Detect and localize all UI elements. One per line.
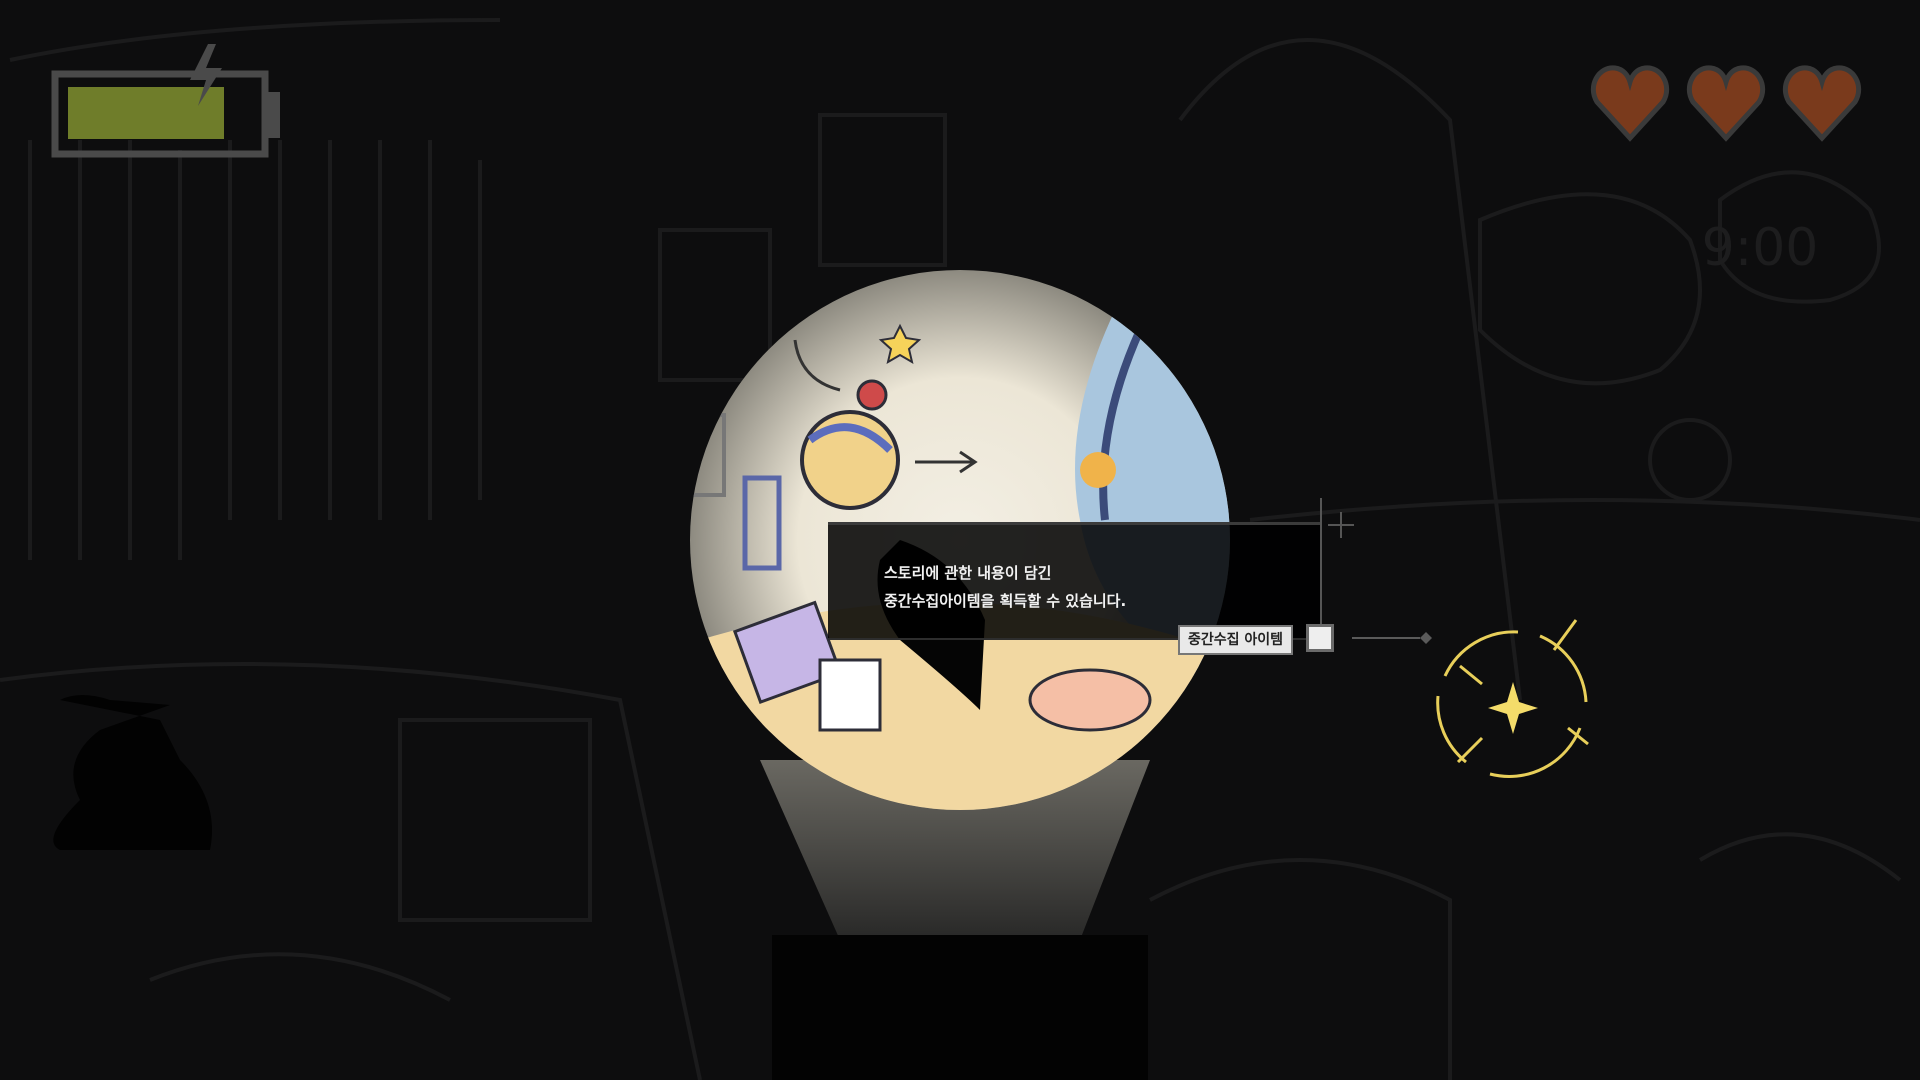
svg-text:9:00: 9:00 — [1702, 218, 1819, 278]
health-hearts — [1590, 65, 1862, 142]
heart-icon — [1590, 65, 1670, 142]
sparkle-target-icon[interactable] — [1420, 610, 1610, 795]
crosshair-mark-icon — [1328, 512, 1354, 538]
battery-meter — [51, 44, 280, 158]
tooltip-frame-line — [1320, 498, 1322, 628]
heart-icon — [1782, 65, 1862, 142]
tooltip-line-1: 스토리에 관한 내용이 담긴 — [884, 564, 1052, 582]
tooltip-line-2: 중간수집아이템을 획득할 수 있습니다. — [884, 592, 1127, 610]
tooltip-description: 스토리에 관한 내용이 담긴 중간수집아이템을 획득할 수 있습니다. — [884, 559, 1126, 615]
heart-icon — [1686, 65, 1766, 142]
collectible-tooltip: 스토리에 관한 내용이 담긴 중간수집아이템을 획득할 수 있습니다. — [828, 522, 1322, 640]
battery-fill — [68, 87, 224, 139]
collectible-tag-label: 중간수집 아이템 — [1178, 625, 1294, 655]
collectible-checkbox[interactable] — [1306, 624, 1334, 652]
